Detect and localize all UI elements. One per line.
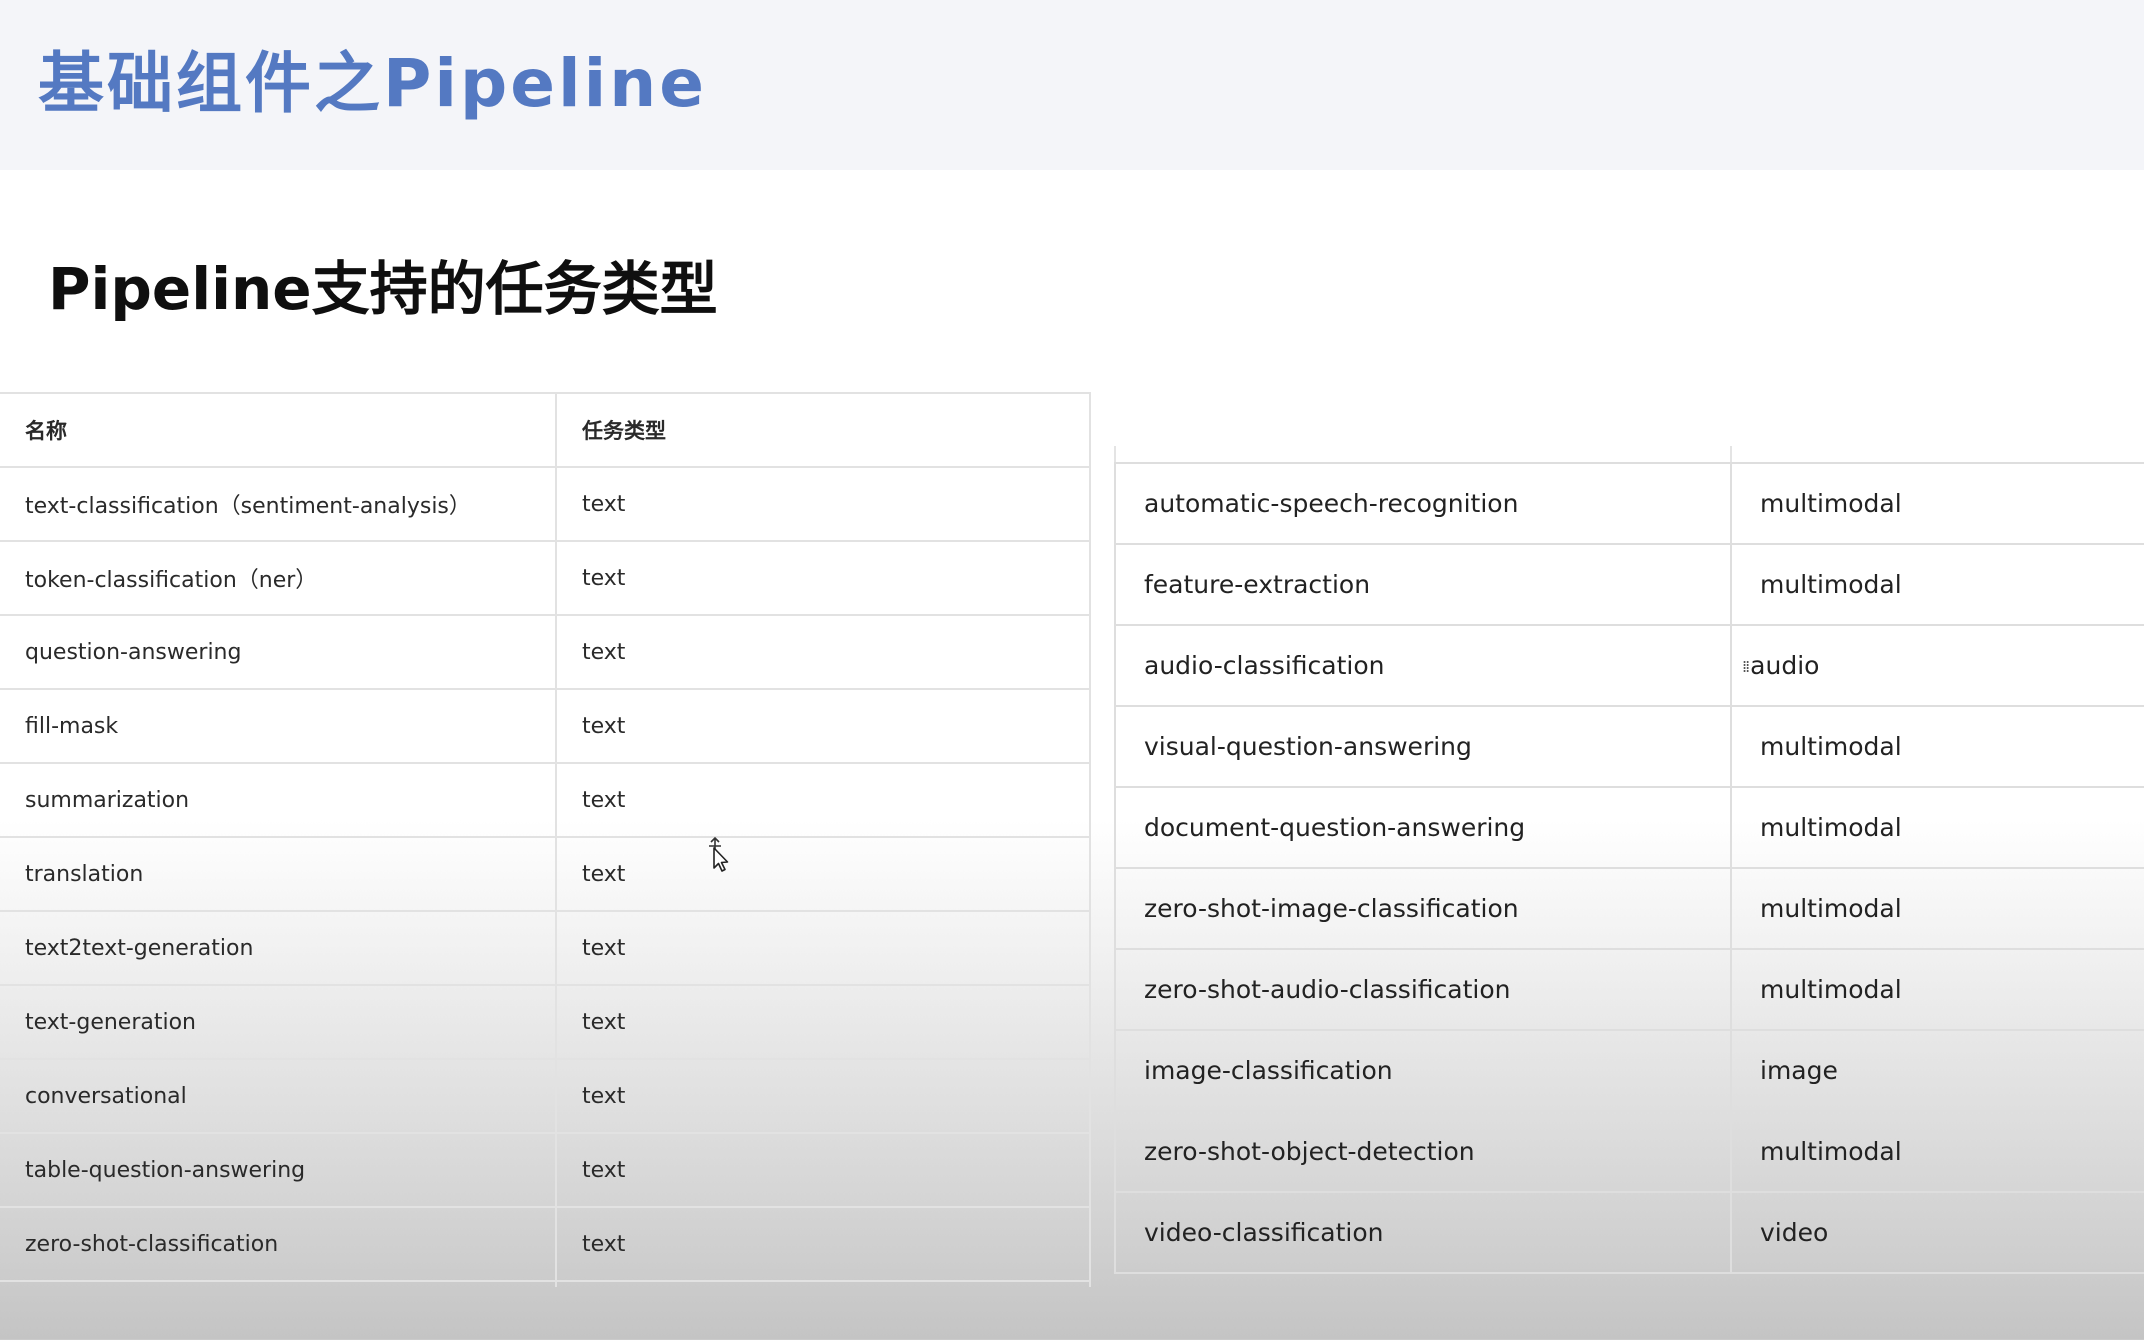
task-name-cell: fill-mask: [0, 688, 557, 764]
task-name-cell: visual-question-answering: [1114, 705, 1732, 788]
task-type-cell: text: [556, 540, 1091, 616]
task-type-cell: multimodal: [1731, 786, 2144, 869]
drag-handle-icon[interactable]: ⁞⁞: [1742, 657, 1750, 676]
table-row: table-question-answering text: [0, 1132, 1091, 1208]
task-type-cell: text: [556, 1132, 1091, 1208]
task-type-cell: multimodal: [1731, 543, 2144, 626]
table-row: translation text: [0, 836, 1091, 912]
task-name-cell: text-classification（sentiment-analysis）: [0, 466, 557, 542]
task-name-cell: zero-shot-audio-classification: [1114, 948, 1732, 1031]
task-name-cell: feature-extraction: [1114, 543, 1732, 626]
task-name-cell: conversational: [0, 1058, 557, 1134]
header-title: 基础组件之Pipeline: [38, 45, 707, 122]
task-name-cell: document-question-answering: [1114, 786, 1732, 869]
task-type-cell: image: [1731, 1029, 2144, 1112]
task-type-cell: multimodal: [1731, 705, 2144, 788]
move-cursor-icon: [709, 836, 729, 872]
task-name-cell: zero-shot-classification: [0, 1206, 557, 1282]
task-type-cell: text: [556, 1058, 1091, 1134]
table-row: text-generation text: [0, 984, 1091, 1060]
task-name-cell: table-question-answering: [0, 1132, 557, 1208]
table-row: text2text-generation text: [0, 910, 1091, 986]
table-row: automatic-speech-recognition multimodal: [1114, 462, 2144, 545]
table-row: feature-extraction multimodal: [1114, 543, 2144, 626]
table-row: conversational text: [0, 1058, 1091, 1134]
table-row: document-question-answering multimodal: [1114, 786, 2144, 869]
table-header-row: 名称 任务类型: [0, 392, 1091, 468]
left-task-table: 名称 任务类型 text-classification（sentiment-an…: [0, 392, 1091, 1287]
task-type-cell: text: [556, 910, 1091, 986]
table-row: zero-shot-image-classification multimoda…: [1114, 867, 2144, 950]
table-row: image-classification image: [1114, 1029, 2144, 1112]
table-row: summarization text: [0, 762, 1091, 838]
task-name-cell: zero-shot-image-classification: [1114, 867, 1732, 950]
table-row-cut-off: [0, 1280, 1091, 1287]
task-name-cell: token-classification（ner）: [0, 540, 557, 616]
task-type-cell: ⁞⁞audio: [1731, 624, 2144, 707]
task-name-cell: image-classification: [1114, 1029, 1732, 1112]
task-name-cell: translation: [0, 836, 557, 912]
table-row: fill-mask text: [0, 688, 1091, 764]
task-type-cell: text: [556, 466, 1091, 542]
task-type-cell: multimodal: [1731, 462, 2144, 545]
task-type-cell: multimodal: [1731, 948, 2144, 1031]
task-type-cell: text: [556, 1206, 1091, 1282]
task-name-cell: audio-classification: [1114, 624, 1732, 707]
table-row: audio-classification ⁞⁞audio: [1114, 624, 2144, 707]
task-name-cell: question-answering: [0, 614, 557, 690]
table-row: zero-shot-audio-classification multimoda…: [1114, 948, 2144, 1031]
table-row: question-answering text: [0, 614, 1091, 690]
table-row: token-classification（ner） text: [0, 540, 1091, 616]
task-type-cell: text: [556, 688, 1091, 764]
task-name-cell: text-generation: [0, 984, 557, 1060]
table-row: zero-shot-object-detection multimodal: [1114, 1110, 2144, 1193]
column-header-task-type: 任务类型: [556, 392, 1091, 468]
task-name-cell: automatic-speech-recognition: [1114, 462, 1732, 545]
task-type-cell: text: [556, 984, 1091, 1060]
task-type-cell: text: [556, 614, 1091, 690]
task-type-cell: video: [1731, 1191, 2144, 1274]
task-name-cell: video-classification: [1114, 1191, 1732, 1274]
slide-title: Pipeline支持的任务类型: [48, 255, 718, 323]
table-row: text-classification（sentiment-analysis） …: [0, 466, 1091, 542]
column-header-name: 名称: [0, 392, 557, 468]
task-type-text: audio: [1750, 651, 1820, 680]
task-type-cell: multimodal: [1731, 867, 2144, 950]
table-row: video-classification video: [1114, 1191, 2144, 1274]
right-table-top-edge: [1114, 446, 2144, 462]
task-type-cell: text: [556, 762, 1091, 838]
task-type-cell: text: [556, 836, 1091, 912]
table-row: zero-shot-classification text: [0, 1206, 1091, 1282]
task-name-cell: summarization: [0, 762, 557, 838]
task-name-cell: text2text-generation: [0, 910, 557, 986]
right-task-table: automatic-speech-recognition multimodal …: [1114, 462, 2144, 1274]
task-name-cell: zero-shot-object-detection: [1114, 1110, 1732, 1193]
table-row: visual-question-answering multimodal: [1114, 705, 2144, 788]
task-type-cell: multimodal: [1731, 1110, 2144, 1193]
